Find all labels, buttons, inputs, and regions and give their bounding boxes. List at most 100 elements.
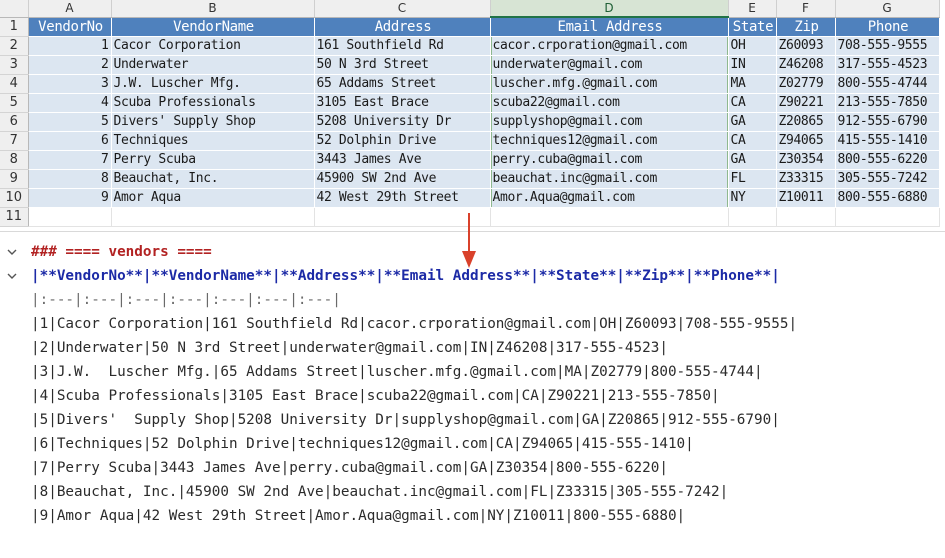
address-cell[interactable]: 42 West 29th Street bbox=[314, 188, 491, 208]
vendor-name-cell[interactable]: Divers' Supply Shop bbox=[111, 112, 315, 132]
empty-cell[interactable] bbox=[776, 207, 836, 227]
vendor-name-cell[interactable]: Amor Aqua bbox=[111, 188, 315, 208]
address-cell[interactable]: 50 N 3rd Street bbox=[314, 55, 491, 75]
address-cell[interactable]: 3443 James Ave bbox=[314, 150, 491, 170]
column-header-f[interactable]: F bbox=[776, 0, 836, 18]
vendor-no-cell[interactable]: 7 bbox=[28, 150, 112, 170]
phone-cell[interactable]: 415-555-1410 bbox=[835, 131, 940, 151]
state-cell[interactable]: MA bbox=[728, 74, 777, 94]
address-cell[interactable]: 161 Southfield Rd bbox=[314, 36, 491, 56]
state-cell[interactable]: GA bbox=[728, 112, 777, 132]
zip-cell[interactable]: Z10011 bbox=[776, 188, 836, 208]
vendor-name-cell[interactable]: Perry Scuba bbox=[111, 150, 315, 170]
email-cell[interactable]: supplyshop@gmail.com bbox=[490, 112, 729, 132]
zip-cell[interactable]: Z46208 bbox=[776, 55, 836, 75]
state-cell[interactable]: GA bbox=[728, 150, 777, 170]
markdown-editor[interactable]: ### ==== vendors ==== |**VendorNo**|**Ve… bbox=[0, 240, 945, 558]
column-header-c[interactable]: C bbox=[314, 0, 491, 18]
select-all-corner[interactable] bbox=[0, 0, 29, 18]
header-cell[interactable]: Address bbox=[314, 17, 491, 37]
phone-cell[interactable]: 800-555-4744 bbox=[835, 74, 940, 94]
markdown-table-row[interactable]: |1|Cacor Corporation|161 Southfield Rd|c… bbox=[31, 312, 797, 336]
header-cell[interactable]: Email Address bbox=[490, 17, 729, 37]
email-cell[interactable]: underwater@gmail.com bbox=[490, 55, 729, 75]
vendor-no-cell[interactable]: 1 bbox=[28, 36, 112, 56]
empty-cell[interactable] bbox=[490, 207, 729, 227]
markdown-heading[interactable]: ### ==== vendors ==== bbox=[31, 240, 212, 264]
email-cell[interactable]: Amor.Aqua@gmail.com bbox=[490, 188, 729, 208]
vendor-name-cell[interactable]: J.W. Luscher Mfg. bbox=[111, 74, 315, 94]
vendor-no-cell[interactable]: 3 bbox=[28, 74, 112, 94]
column-header-d[interactable]: D bbox=[490, 0, 729, 18]
row-header[interactable]: 6 bbox=[0, 112, 29, 132]
state-cell[interactable]: IN bbox=[728, 55, 777, 75]
row-header[interactable]: 1 bbox=[0, 17, 29, 37]
phone-cell[interactable]: 800-555-6220 bbox=[835, 150, 940, 170]
row-header[interactable]: 4 bbox=[0, 74, 29, 94]
markdown-table-row[interactable]: |5|Divers' Supply Shop|5208 University D… bbox=[31, 408, 780, 432]
vendor-name-cell[interactable]: Beauchat, Inc. bbox=[111, 169, 315, 189]
vendor-name-cell[interactable]: Scuba Professionals bbox=[111, 93, 315, 113]
state-cell[interactable]: CA bbox=[728, 131, 777, 151]
email-cell[interactable]: luscher.mfg.@gmail.com bbox=[490, 74, 729, 94]
phone-cell[interactable]: 213-555-7850 bbox=[835, 93, 940, 113]
empty-cell[interactable] bbox=[728, 207, 777, 227]
email-cell[interactable]: perry.cuba@gmail.com bbox=[490, 150, 729, 170]
markdown-table-row[interactable]: |8|Beauchat, Inc.|45900 SW 2nd Ave|beauc… bbox=[31, 480, 728, 504]
vendor-name-cell[interactable]: Techniques bbox=[111, 131, 315, 151]
empty-cell[interactable] bbox=[835, 207, 940, 227]
column-header-b[interactable]: B bbox=[111, 0, 315, 18]
vendor-no-cell[interactable]: 5 bbox=[28, 112, 112, 132]
state-cell[interactable]: OH bbox=[728, 36, 777, 56]
row-header[interactable]: 7 bbox=[0, 131, 29, 151]
row-header[interactable]: 2 bbox=[0, 36, 29, 56]
header-cell[interactable]: VendorNo bbox=[28, 17, 112, 37]
column-header-e[interactable]: E bbox=[728, 0, 777, 18]
empty-cell[interactable] bbox=[111, 207, 315, 227]
phone-cell[interactable]: 305-555-7242 bbox=[835, 169, 940, 189]
state-cell[interactable]: FL bbox=[728, 169, 777, 189]
header-cell[interactable]: State bbox=[728, 17, 777, 37]
address-cell[interactable]: 52 Dolphin Drive bbox=[314, 131, 491, 151]
row-header[interactable]: 10 bbox=[0, 188, 29, 208]
vendor-no-cell[interactable]: 4 bbox=[28, 93, 112, 113]
address-cell[interactable]: 65 Addams Street bbox=[314, 74, 491, 94]
vendor-name-cell[interactable]: Cacor Corporation bbox=[111, 36, 315, 56]
markdown-table-row[interactable]: |6|Techniques|52 Dolphin Drive|technique… bbox=[31, 432, 694, 456]
email-cell[interactable]: techniques12@gmail.com bbox=[490, 131, 729, 151]
chevron-down-icon[interactable] bbox=[6, 246, 18, 258]
column-header-a[interactable]: A bbox=[28, 0, 112, 18]
row-header[interactable]: 5 bbox=[0, 93, 29, 113]
email-cell[interactable]: cacor.crporation@gmail.com bbox=[490, 36, 729, 56]
zip-cell[interactable]: Z94065 bbox=[776, 131, 836, 151]
chevron-down-icon[interactable] bbox=[6, 270, 18, 282]
phone-cell[interactable]: 800-555-6880 bbox=[835, 188, 940, 208]
phone-cell[interactable]: 317-555-4523 bbox=[835, 55, 940, 75]
zip-cell[interactable]: Z33315 bbox=[776, 169, 836, 189]
zip-cell[interactable]: Z30354 bbox=[776, 150, 836, 170]
markdown-table-row[interactable]: |3|J.W. Luscher Mfg.|65 Addams Street|lu… bbox=[31, 360, 763, 384]
zip-cell[interactable]: Z02779 bbox=[776, 74, 836, 94]
header-cell[interactable]: Phone bbox=[835, 17, 940, 37]
email-cell[interactable]: scuba22@gmail.com bbox=[490, 93, 729, 113]
row-header[interactable]: 9 bbox=[0, 169, 29, 189]
row-header[interactable]: 11 bbox=[0, 207, 29, 227]
empty-cell[interactable] bbox=[28, 207, 112, 227]
markdown-table-row[interactable]: |9|Amor Aqua|42 West 29th Street|Amor.Aq… bbox=[31, 504, 685, 528]
address-cell[interactable]: 5208 University Dr bbox=[314, 112, 491, 132]
markdown-table-separator[interactable]: |:---|:---|:---|:---|:---|:---|:---| bbox=[31, 288, 341, 312]
header-cell[interactable]: Zip bbox=[776, 17, 836, 37]
address-cell[interactable]: 3105 East Brace bbox=[314, 93, 491, 113]
markdown-table-row[interactable]: |4|Scuba Professionals|3105 East Brace|s… bbox=[31, 384, 720, 408]
email-cell[interactable]: beauchat.inc@gmail.com bbox=[490, 169, 729, 189]
vendor-no-cell[interactable]: 6 bbox=[28, 131, 112, 151]
column-header-g[interactable]: G bbox=[835, 0, 940, 18]
markdown-table-header[interactable]: |**VendorNo**|**VendorName**|**Address**… bbox=[31, 264, 780, 288]
vendor-no-cell[interactable]: 8 bbox=[28, 169, 112, 189]
vendor-no-cell[interactable]: 9 bbox=[28, 188, 112, 208]
phone-cell[interactable]: 912-555-6790 bbox=[835, 112, 940, 132]
vendor-name-cell[interactable]: Underwater bbox=[111, 55, 315, 75]
row-header[interactable]: 3 bbox=[0, 55, 29, 75]
state-cell[interactable]: NY bbox=[728, 188, 777, 208]
markdown-table-row[interactable]: |7|Perry Scuba|3443 James Ave|perry.cuba… bbox=[31, 456, 668, 480]
